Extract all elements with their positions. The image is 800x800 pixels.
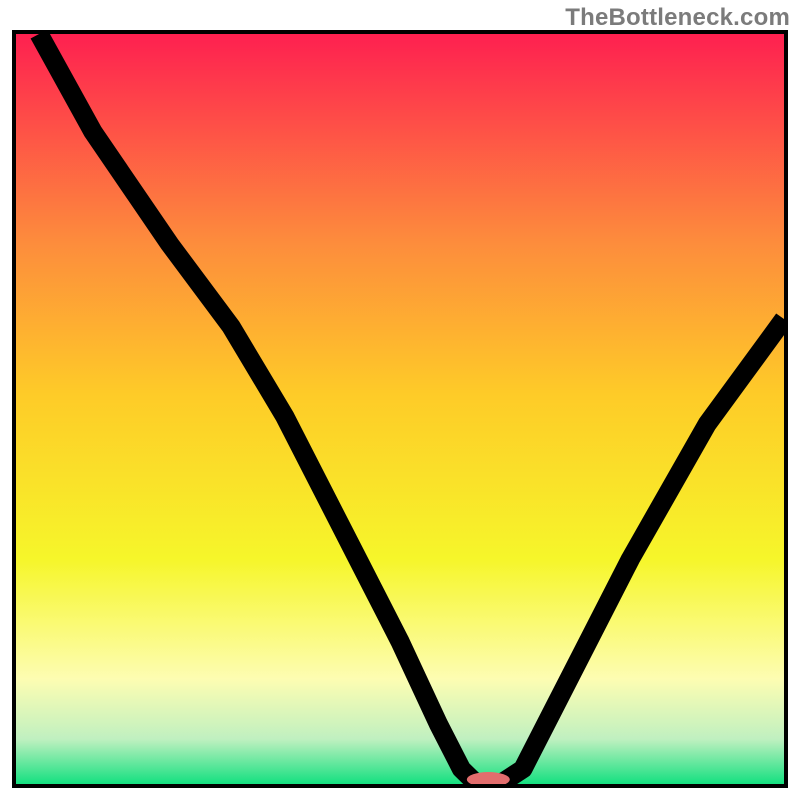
gradient-background — [16, 34, 784, 784]
watermark-text: TheBottleneck.com — [565, 4, 790, 32]
plot-svg — [16, 34, 784, 784]
chart-frame: TheBottleneck.com — [0, 0, 800, 800]
plot-area — [12, 30, 788, 788]
